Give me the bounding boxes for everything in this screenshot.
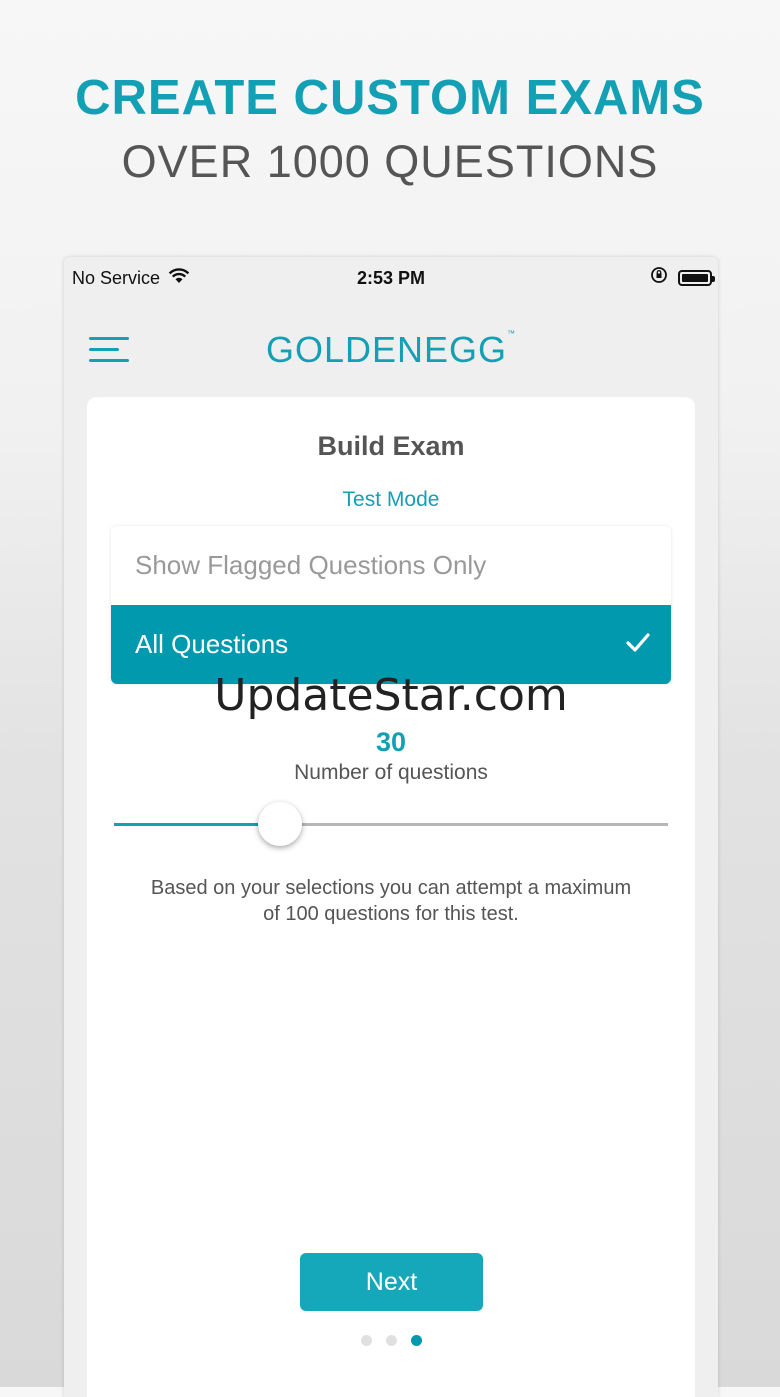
orientation-lock-icon [650, 266, 668, 289]
checkmark-icon [626, 633, 650, 652]
question-filter-list: Show Flagged Questions Only All Question… [111, 526, 671, 684]
option-label: All Questions [135, 629, 289, 659]
build-exam-card: Build Exam Test Mode Show Flagged Questi… [87, 397, 695, 1397]
slider-fill [114, 823, 280, 826]
phone-screen: No Service 2:53 PM GOLDENEGG™ Build Exam… [64, 257, 718, 1397]
question-count-slider[interactable] [114, 800, 668, 850]
clock: 2:53 PM [356, 268, 426, 288]
watermark: UpdateStar.com [214, 670, 568, 721]
page-title: Build Exam [317, 431, 465, 461]
question-count: 30 [375, 727, 407, 757]
page-dot [385, 1335, 397, 1346]
page-dot [410, 1335, 422, 1346]
max-questions-info: Based on your selections you can attempt… [150, 877, 632, 925]
logo-text: GOLDENEGG [265, 329, 508, 370]
option-label: Show Flagged Questions Only [135, 550, 487, 580]
page-indicator [87, 1335, 695, 1346]
nav-bar: GOLDENEGG™ [64, 301, 718, 397]
question-count-label: Number of questions [294, 761, 488, 784]
promo-subheadline: OVER 1000 QUESTIONS [121, 136, 659, 187]
option-flagged-only[interactable]: Show Flagged Questions Only [111, 526, 671, 605]
battery-icon [678, 269, 715, 286]
logo: GOLDENEGG™ [64, 329, 718, 371]
status-bar: No Service 2:53 PM [64, 257, 718, 301]
slider-thumb[interactable] [258, 802, 302, 846]
next-button[interactable]: Next [300, 1253, 483, 1311]
test-mode-link[interactable]: Test Mode [87, 488, 695, 512]
page-dot [360, 1335, 372, 1346]
trademark-mark: ™ [507, 329, 517, 338]
promo-headline: CREATE CUSTOM EXAMS [75, 71, 705, 125]
